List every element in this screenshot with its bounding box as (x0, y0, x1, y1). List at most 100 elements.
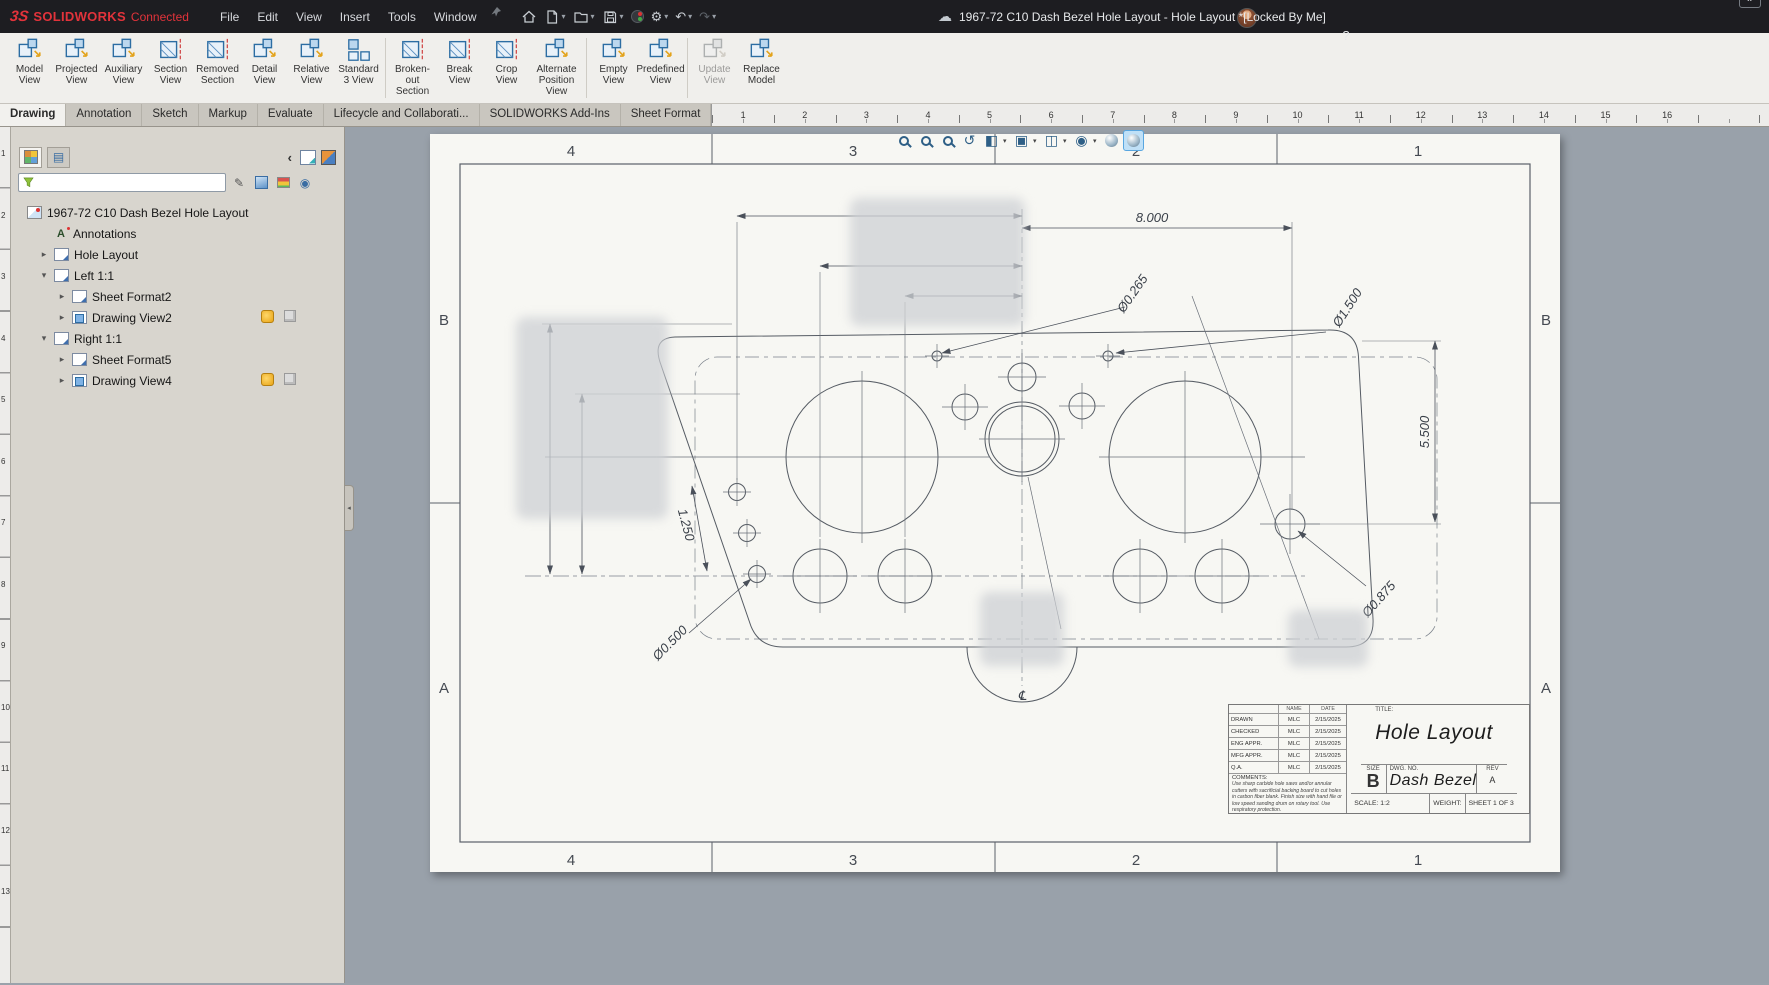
tab-solidworks-add-ins[interactable]: SOLIDWORKS Add-Ins (480, 104, 621, 126)
zoom-area-icon[interactable] (915, 130, 936, 151)
new-document-button[interactable]: ▾ (541, 7, 569, 27)
display-style-icon[interactable]: ◫ (1041, 130, 1062, 151)
zoom-fit-icon[interactable] (893, 130, 914, 151)
previous-view-icon[interactable]: ↺ (959, 130, 980, 151)
visibility-eye-icon[interactable]: ◉ (296, 174, 314, 192)
ribbon-predefined-view-button[interactable]: Predefined View (637, 36, 684, 87)
menu-window[interactable]: Window (425, 6, 486, 28)
model-browser-icon[interactable] (321, 150, 336, 165)
drawing-view-icon (72, 374, 87, 387)
hide-show-items-icon[interactable]: ◉ (1071, 130, 1092, 151)
ribbon-removed-section-button[interactable]: Removed Section (194, 36, 241, 87)
tree-item-hole-layout[interactable]: ▸ Hole Layout (13, 244, 344, 265)
chevron-down-icon[interactable]: ▾ (562, 12, 566, 21)
menu-tools[interactable]: Tools (379, 6, 425, 28)
expand-arrow[interactable]: ▸ (57, 312, 67, 323)
transparency-cube-icon[interactable] (252, 174, 270, 192)
zoom-in-out-icon[interactable] (937, 130, 958, 151)
chevron-down-icon[interactable]: ▾ (664, 12, 668, 21)
expand-arrow[interactable]: ▸ (57, 291, 67, 302)
edit-appearance-icon[interactable] (1101, 130, 1122, 151)
expand-arrow[interactable]: ▾ (39, 333, 49, 344)
ribbon-detail-view-button[interactable]: Detail View (241, 36, 288, 87)
chevron-down-icon[interactable]: ▾ (620, 12, 624, 21)
chevron-down-icon[interactable]: ▾ (1033, 137, 1040, 145)
tree-item-drawing-view2[interactable]: ▸ Drawing View2 (13, 307, 344, 328)
panel-collapse-handle[interactable]: ◂ (345, 485, 354, 531)
sheet-properties-icon[interactable] (300, 150, 316, 165)
ribbon-empty-view-button[interactable]: Empty View (590, 36, 637, 87)
chevron-down-icon[interactable]: ▾ (1093, 137, 1100, 145)
tree-item-sheet-format5[interactable]: ▸ Sheet Format5 (13, 349, 344, 370)
pin-menu-icon[interactable] (490, 6, 502, 28)
view-orientation-icon[interactable]: ▣ (1011, 130, 1032, 151)
tree-item-label: Left 1:1 (74, 269, 114, 283)
feature-manager-tab[interactable] (19, 147, 42, 168)
zone-label: 2 (1132, 852, 1140, 869)
tab-sheet-format[interactable]: Sheet Format (621, 104, 712, 126)
sketch-pencil-icon[interactable]: ✎ (230, 174, 248, 192)
filter-input[interactable] (38, 177, 221, 189)
tree-item-right-sheet[interactable]: ▾ Right 1:1 (13, 328, 344, 349)
chevron-down-icon[interactable]: ▾ (1003, 137, 1010, 145)
menu-insert[interactable]: Insert (331, 6, 379, 28)
ribbon-standard-3-view-button[interactable]: Standard 3 View (335, 36, 382, 87)
ribbon-replace-model-button[interactable]: Replace Model (738, 36, 785, 87)
graphics-area[interactable]: ↺ ◧ ▾ ▣ ▾ ◫ ▾ ◉ ▾ (345, 127, 1769, 983)
ribbon-alternate-position-view-button[interactable]: Alternate Position View (530, 36, 583, 99)
open-document-button[interactable]: ▾ (570, 7, 598, 27)
section-view-icon[interactable]: ◧ (981, 130, 1002, 151)
tree-item-left-sheet[interactable]: ▾ Left 1:1 (13, 265, 344, 286)
redo-button[interactable]: ↷▾ (696, 8, 719, 25)
settings-button[interactable]: ⚙▾ (648, 8, 672, 25)
menu-file[interactable]: File (211, 6, 248, 28)
expand-arrow[interactable]: ▾ (39, 270, 49, 281)
drawing-document-icon (27, 206, 42, 219)
undo-button[interactable]: ↶▾ (672, 8, 695, 25)
tree-item-drawing-view4[interactable]: ▸ Drawing View4 (13, 370, 344, 391)
approval-date: 2/15/2025 (1310, 762, 1346, 774)
ribbon-auxiliary-view-button[interactable]: Auxiliary View (100, 36, 147, 87)
menu-edit[interactable]: Edit (248, 6, 287, 28)
sheet-icon (54, 332, 69, 345)
chevron-down-icon[interactable]: ▾ (591, 12, 595, 21)
redo-icon: ↷ (699, 10, 710, 23)
ruler-mark: 3 (836, 104, 898, 126)
tab-lifecycle-collaboration[interactable]: Lifecycle and Collaborati... (324, 104, 480, 126)
help-icon[interactable]: ? (1342, 28, 1349, 43)
ruler-mark (1759, 104, 1769, 126)
ribbon-broken-out-section-button[interactable]: Broken-out Section (389, 36, 436, 99)
chevron-down-icon[interactable]: ▾ (712, 12, 716, 21)
connection-status-icon[interactable] (628, 8, 647, 25)
ribbon-model-view-button[interactable]: Model View (6, 36, 53, 87)
tab-drawing[interactable]: Drawing (0, 104, 66, 126)
tree-item-sheet-format2[interactable]: ▸ Sheet Format2 (13, 286, 344, 307)
expand-arrow[interactable]: ▸ (57, 375, 67, 386)
chevron-down-icon[interactable]: ▾ (1063, 137, 1070, 145)
ribbon-crop-view-button[interactable]: Crop View (483, 36, 530, 87)
expand-arrow[interactable]: ▸ (39, 249, 49, 260)
ribbon-section-view-button[interactable]: Section View (147, 36, 194, 87)
drawing-sheet[interactable]: 4 3 2 1 4 3 2 1 B A B A (430, 134, 1560, 872)
title-label: TITLE: (1375, 707, 1393, 713)
menu-view[interactable]: View (287, 6, 331, 28)
tab-sketch[interactable]: Sketch (142, 104, 198, 126)
chevron-down-icon[interactable]: ▾ (688, 12, 692, 21)
tree-root-item[interactable]: 1967-72 C10 Dash Bezel Hole Layout (13, 202, 344, 223)
launcher-icon[interactable]: » (1739, 0, 1761, 8)
view-settings-icon[interactable] (1123, 130, 1144, 151)
layers-icon[interactable] (274, 174, 292, 192)
home-button[interactable] (518, 7, 540, 27)
display-manager-tab[interactable]: ▤ (47, 147, 70, 168)
expand-arrow[interactable]: ▸ (57, 354, 67, 365)
ribbon-break-view-button[interactable]: Break View (436, 36, 483, 87)
collapse-panel-icon[interactable]: ‹ (285, 150, 295, 165)
ribbon-relative-view-button[interactable]: Relative View (288, 36, 335, 87)
tab-evaluate[interactable]: Evaluate (258, 104, 324, 126)
tab-annotation[interactable]: Annotation (66, 104, 142, 126)
tree-item-annotations[interactable]: A Annotations (13, 223, 344, 244)
ribbon-projected-view-button[interactable]: Projected View (53, 36, 100, 87)
tab-markup[interactable]: Markup (199, 104, 258, 126)
filter-box (18, 173, 226, 192)
save-button[interactable]: ▾ (599, 7, 627, 27)
